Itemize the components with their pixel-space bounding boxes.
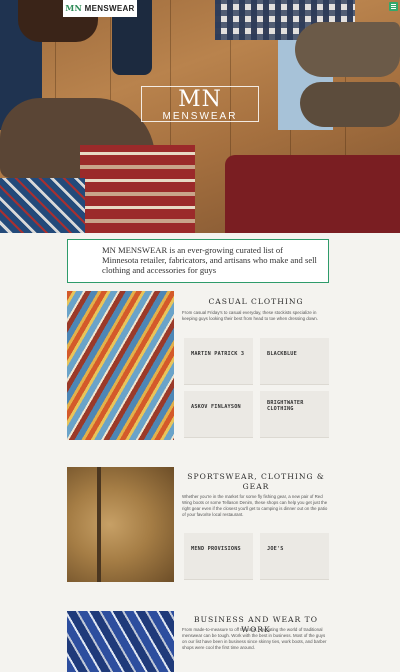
brand-menswear: MENSWEAR: [84, 4, 135, 13]
section-description: From made-to-measure to off the rack, na…: [182, 627, 327, 650]
casual-clothing-image: [67, 291, 174, 440]
section-title: SPORTSWEAR, CLOTHING & GEAR: [187, 472, 325, 491]
hero-logo: MN MENSWEAR: [141, 86, 259, 122]
store-name: BRIGHTWATER CLOTHING: [267, 400, 304, 412]
hero-logo-menswear: MENSWEAR: [162, 111, 238, 122]
store-tile[interactable]: MARTIN PATRICK 3: [184, 338, 253, 385]
section-description: From casual Friday's to casual everyday,…: [182, 310, 318, 321]
intro-box: MN MENSWEAR is an ever-growing curated l…: [67, 239, 329, 283]
store-tile[interactable]: JOE'S: [260, 533, 329, 580]
sportswear-image: [67, 467, 174, 582]
hero-image: MN MENSWEAR: [0, 0, 400, 233]
store-name: BLACKBLUE: [267, 351, 297, 357]
section-description: Whether you're in the market for some fl…: [182, 494, 328, 517]
store-tile[interactable]: BLACKBLUE: [260, 338, 329, 385]
store-name: MEND PROVISIONS: [191, 546, 241, 552]
store-tile[interactable]: MEND PROVISIONS: [184, 533, 253, 580]
business-wear-image: [67, 611, 174, 672]
section-title: CASUAL CLOTHING: [208, 297, 304, 306]
intro-text: MN MENSWEAR is an ever-growing curated l…: [102, 245, 317, 275]
store-name: MARTIN PATRICK 3: [191, 351, 245, 357]
brand-mn: MN: [65, 3, 83, 13]
store-tile[interactable]: BRIGHTWATER CLOTHING: [260, 391, 329, 438]
hamburger-menu-icon[interactable]: [389, 2, 398, 11]
store-tile[interactable]: ASKOV FINLAYSON: [184, 391, 253, 438]
store-name: JOE'S: [267, 546, 284, 552]
store-name: ASKOV FINLAYSON: [191, 404, 241, 410]
hero-logo-mn: MN: [178, 87, 222, 112]
site-logo-link[interactable]: MN MENSWEAR: [63, 0, 137, 17]
